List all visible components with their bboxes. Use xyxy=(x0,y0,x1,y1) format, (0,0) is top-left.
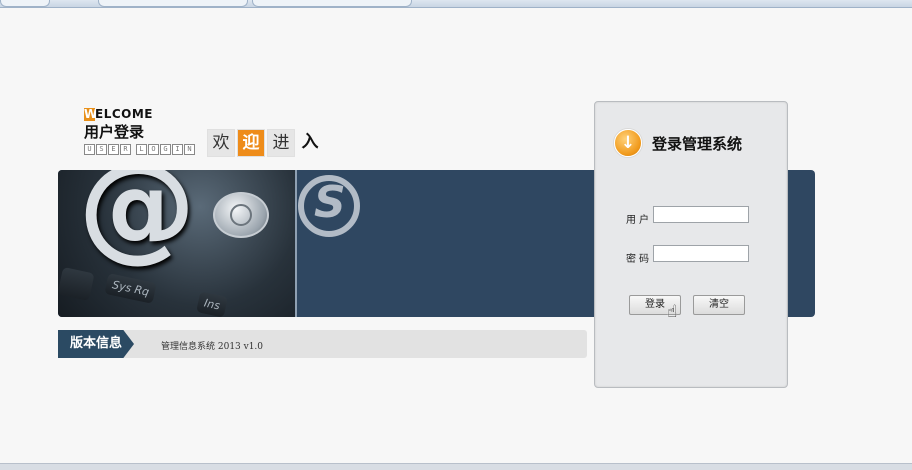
power-button-icon xyxy=(213,192,269,238)
en-letter: R xyxy=(120,144,131,155)
welcome-initial: W xyxy=(84,107,98,121)
welcome-title-cn: 用户登录 xyxy=(84,123,145,141)
browser-tab[interactable] xyxy=(0,0,50,7)
en-letter: O xyxy=(148,144,159,155)
welcome-title-en: U S E R L O G I N xyxy=(84,144,195,155)
browser-tab-strip xyxy=(0,0,912,8)
en-letter: I xyxy=(172,144,183,155)
welcome-rest: ELCOME xyxy=(95,107,153,121)
greeting-char: 进 xyxy=(267,129,295,157)
version-text: 管理信息系统 2013 v1.0 xyxy=(161,342,264,352)
clear-button[interactable]: 清空 xyxy=(693,295,745,315)
browser-tab-active[interactable] xyxy=(252,0,412,7)
password-input[interactable] xyxy=(653,245,749,262)
en-letter: S xyxy=(96,144,107,155)
login-title: 登录管理系统 xyxy=(652,135,743,153)
greeting-char: 欢 xyxy=(207,129,235,157)
en-letter: U xyxy=(84,144,95,155)
greeting-char: 入 xyxy=(301,132,319,152)
en-letter: E xyxy=(108,144,119,155)
hand-cursor-icon: ☝ xyxy=(667,302,678,322)
keyboard-photo: @ Sys Rq Ins xyxy=(58,170,297,317)
keyboard-key: Sys Rq xyxy=(104,273,158,304)
greeting-banner: 欢 迎 进 入 xyxy=(207,129,323,157)
en-letter: G xyxy=(160,144,171,155)
greeting-char-highlight: 迎 xyxy=(237,129,265,157)
welcome-block: WELCOME 用户登录 U S E R L O G I N xyxy=(84,108,195,155)
at-sign-icon: @ xyxy=(78,170,196,274)
login-panel: 登录管理系统 用户 密码 登录 清空 ☝ xyxy=(594,101,788,388)
en-letter: N xyxy=(184,144,195,155)
keyboard-key xyxy=(58,266,95,302)
en-gap xyxy=(132,144,135,153)
username-label: 用户 xyxy=(626,215,652,226)
keyboard-key: Ins xyxy=(196,291,228,317)
welcome-title: WELCOME xyxy=(84,108,195,121)
username-input[interactable] xyxy=(653,206,749,223)
en-letter: L xyxy=(136,144,147,155)
version-label: 版本信息 xyxy=(58,330,134,358)
version-bar: 版本信息 管理信息系统 2013 v1.0 xyxy=(58,330,587,358)
download-arrow-icon xyxy=(614,129,642,157)
browser-tab[interactable] xyxy=(98,0,248,7)
password-label: 密码 xyxy=(626,254,652,265)
company-logo-icon xyxy=(298,175,360,237)
